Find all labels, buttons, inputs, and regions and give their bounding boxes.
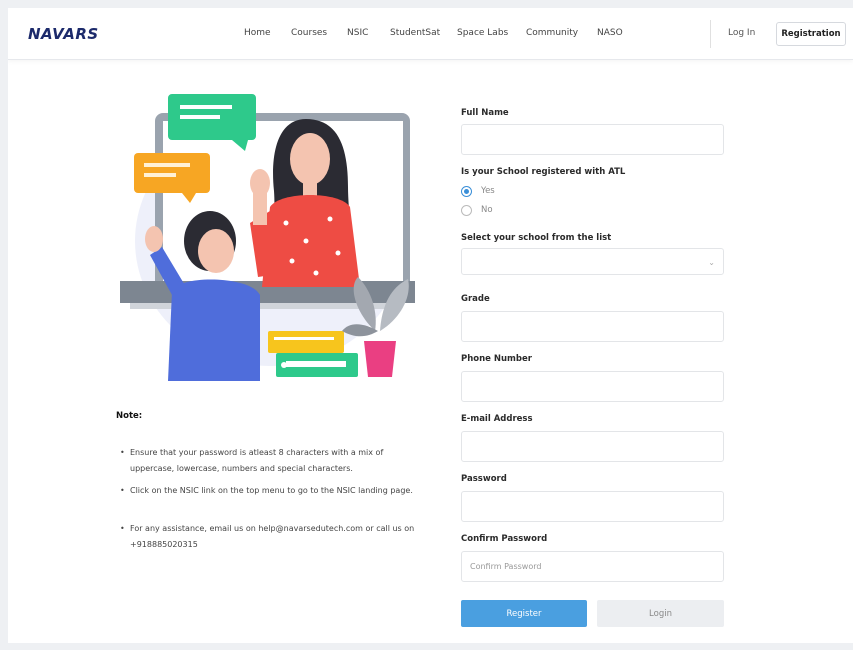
radio-unselected-icon[interactable] — [461, 204, 472, 216]
atl-yes-radio[interactable]: Yes — [461, 184, 495, 198]
radio-selected-icon[interactable] — [461, 185, 472, 197]
email-label: E-mail Address — [461, 414, 533, 424]
login-link[interactable]: Log In — [728, 28, 755, 38]
bullet-icon: • — [120, 486, 125, 495]
note-text: For any assistance, email us on help@nav… — [130, 524, 415, 548]
navars-logo[interactable]: NAVARS — [28, 25, 99, 43]
note-text: Click on the NSIC link on the top menu t… — [130, 486, 413, 495]
nav-courses[interactable]: Courses — [291, 28, 327, 38]
grade-input[interactable] — [461, 311, 724, 342]
full-name-input[interactable] — [461, 124, 724, 155]
phone-input[interactable] — [461, 371, 724, 402]
confirm-password-label: Confirm Password — [461, 534, 548, 544]
registration-button[interactable]: Registration — [776, 22, 846, 46]
chevron-down-icon: ⌄ — [708, 258, 715, 267]
nav-home[interactable]: Home — [244, 28, 271, 38]
full-name-label: Full Name — [461, 108, 509, 118]
school-select[interactable]: ⌄ — [461, 248, 724, 275]
note-title: Note: — [116, 411, 143, 421]
nav-space-labs[interactable]: Space Labs — [457, 28, 508, 38]
email-input[interactable] — [461, 431, 724, 462]
nav-studentsat[interactable]: StudentSat — [390, 28, 440, 38]
register-button[interactable]: Register — [461, 600, 587, 627]
note-item: • For any assistance, email us on help@n… — [120, 521, 420, 548]
nav-naso[interactable]: NASO — [597, 28, 623, 38]
nav-divider — [710, 20, 711, 48]
note-text: Ensure that your password is atleast 8 c… — [130, 448, 384, 473]
note-section: Note: • Ensure that your password is atl… — [110, 408, 425, 548]
top-navbar: NAVARS Home Courses NSIC StudentSat Spac… — [8, 8, 853, 60]
nav-community[interactable]: Community — [526, 28, 578, 38]
atl-no-label: No — [481, 205, 493, 215]
password-input[interactable] — [461, 491, 724, 522]
video-call-illustration — [110, 91, 425, 391]
grade-label: Grade — [461, 294, 490, 304]
phone-label: Phone Number — [461, 354, 532, 364]
note-item: • Ensure that your password is atleast 8… — [120, 445, 420, 477]
atl-no-radio[interactable]: No — [461, 203, 493, 217]
nav-nsic[interactable]: NSIC — [347, 28, 368, 38]
bullet-icon: • — [120, 448, 125, 457]
password-label: Password — [461, 474, 507, 484]
bullet-icon: • — [120, 524, 125, 533]
atl-label: Is your School registered with ATL — [461, 167, 626, 177]
login-button[interactable]: Login — [597, 600, 724, 627]
atl-yes-label: Yes — [481, 186, 495, 196]
school-label: Select your school from the list — [461, 233, 612, 243]
confirm-password-input[interactable] — [461, 551, 724, 582]
note-item: • Click on the NSIC link on the top menu… — [120, 483, 420, 499]
page: NAVARS Home Courses NSIC StudentSat Spac… — [8, 8, 853, 643]
